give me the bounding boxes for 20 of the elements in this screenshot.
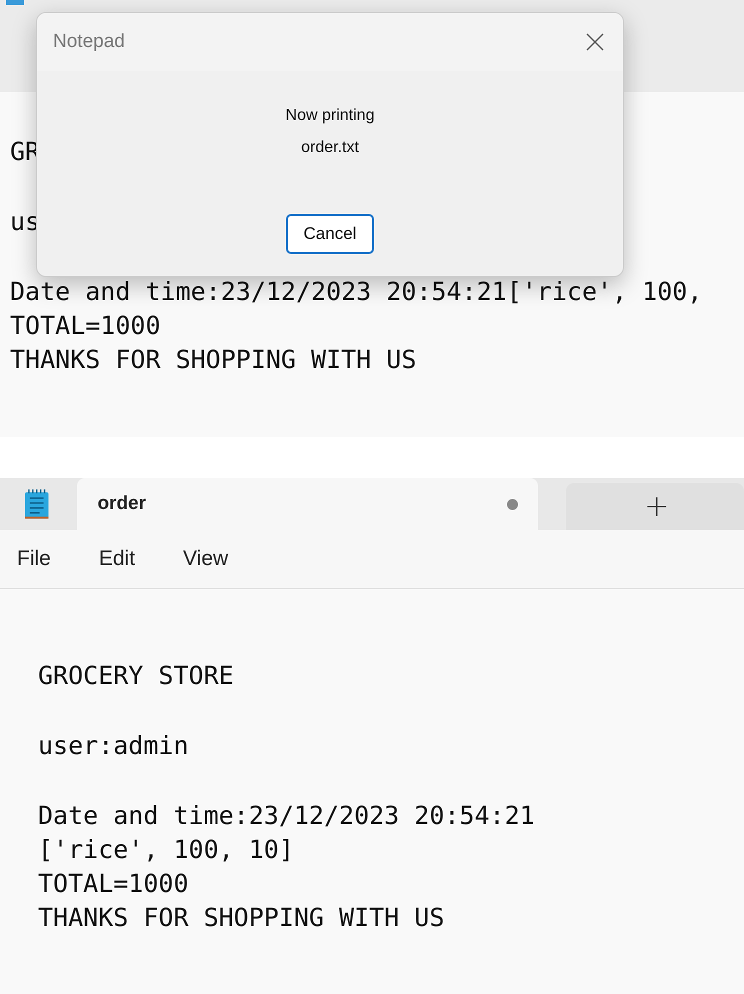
text-line: THANKS FOR SHOPPING WITH US xyxy=(10,344,416,376)
document-tab[interactable]: order xyxy=(77,478,538,530)
text-line: ['rice', 100, 10] xyxy=(38,834,294,866)
dialog-message: order.txt xyxy=(301,138,359,158)
menu-item[interactable]: Edit xyxy=(98,547,136,571)
text-line: TOTAL=1000 xyxy=(10,310,161,342)
text-line: TOTAL=1000 xyxy=(38,868,189,900)
new-tab-button[interactable]: + xyxy=(566,483,744,530)
notepad-icon xyxy=(24,488,50,520)
close-icon[interactable] xyxy=(585,32,605,52)
text-line: THANKS FOR SHOPPING WITH US xyxy=(38,902,444,934)
text-line: Date and time:23/12/2023 20:54:21['rice', 100, xyxy=(10,276,702,308)
menu-item[interactable]: File xyxy=(17,547,51,571)
menu-item[interactable]: View xyxy=(183,547,228,571)
text-line: Date and time:23/12/2023 20:54:21 xyxy=(38,800,535,832)
dialog-title: Notepad xyxy=(53,31,125,53)
dialog-message: Now printing xyxy=(286,106,374,126)
text-line: GROCERY STORE xyxy=(38,660,234,692)
text-line: user:admin xyxy=(38,730,189,762)
cancel-button[interactable]: Cancel xyxy=(286,214,374,254)
